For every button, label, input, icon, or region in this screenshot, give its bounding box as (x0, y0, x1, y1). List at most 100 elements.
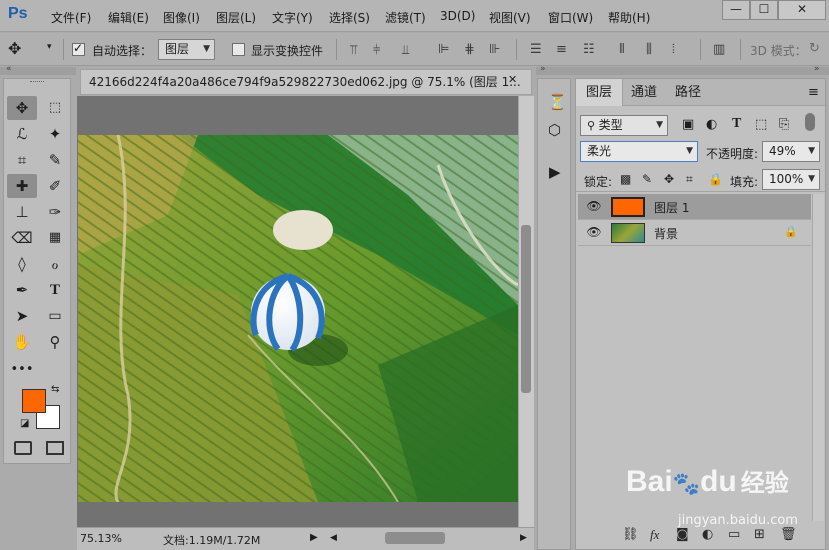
crop-tool-icon[interactable]: ⌗ (7, 148, 37, 172)
gradient-tool-icon[interactable]: ▦ (40, 226, 70, 250)
adjustment-layer-icon[interactable]: ◐ (702, 527, 713, 542)
align-vcenter-icon[interactable]: ⫩ (373, 43, 380, 58)
filter-kind-dropdown[interactable]: ⚲ 类型 ▼ (580, 115, 668, 136)
menu-file[interactable]: 文件(F) (51, 9, 91, 26)
status-menu-arrow-icon[interactable]: ▶ (310, 532, 318, 543)
dodge-tool-icon[interactable]: ℴ (40, 252, 70, 276)
align-bottom-icon[interactable]: ⫫ (402, 43, 409, 58)
menu-type[interactable]: 文字(Y) (272, 9, 313, 26)
more-tools-icon[interactable]: ••• (7, 358, 37, 382)
show-transform-checkbox[interactable] (232, 43, 245, 56)
screen-mode-icon[interactable] (46, 441, 64, 455)
eyedropper-tool-icon[interactable]: ✎ (40, 148, 70, 172)
lock-all-icon[interactable]: 🔒 (708, 172, 723, 186)
eraser-tool-icon[interactable]: ⌫ (7, 226, 37, 250)
panels-collapse-bar[interactable]: » » (536, 64, 829, 75)
distribute-bottom-icon[interactable]: ☷ (583, 42, 595, 57)
align-right-icon[interactable]: ⊪ (489, 42, 500, 57)
horizontal-scroll-thumb[interactable] (385, 532, 445, 544)
actions-play-icon[interactable]: ▶ (549, 163, 561, 181)
distribute-top-icon[interactable]: ☰ (530, 42, 542, 57)
3d-panel-icon[interactable]: ⬡ (548, 121, 561, 139)
scroll-right-arrow-icon[interactable]: ▶ (520, 533, 527, 543)
close-button[interactable]: ✕ (778, 0, 826, 20)
chevron-down-icon[interactable]: ▾ (47, 42, 52, 52)
vertical-scroll-thumb[interactable] (521, 225, 531, 393)
canvas-image[interactable] (78, 135, 518, 502)
menu-view[interactable]: 视图(V) (489, 9, 531, 26)
close-document-icon[interactable]: ✕ (508, 73, 517, 86)
default-colors-icon[interactable]: ◪ (20, 418, 29, 429)
marquee-tool-icon[interactable]: ⬚ (40, 96, 70, 120)
fill-field[interactable]: 100% ▼ (762, 169, 820, 190)
link-layers-icon[interactable]: ⛓ (622, 527, 639, 542)
align-hcenter-icon[interactable]: ⋕ (464, 42, 475, 57)
add-mask-icon[interactable]: ◙ (676, 527, 689, 542)
lock-transparent-icon[interactable]: ▩ (620, 172, 631, 186)
magic-wand-tool-icon[interactable]: ✦ (40, 122, 70, 146)
layer-name[interactable]: 图层 1 (654, 199, 689, 216)
menu-3d[interactable]: 3D(D) (440, 9, 475, 23)
expand-panels-icon[interactable]: » (540, 64, 546, 74)
hand-tool-icon[interactable]: ✋ (7, 330, 37, 354)
opacity-field[interactable]: 49% ▼ (762, 141, 820, 162)
menu-edit[interactable]: 编辑(E) (108, 9, 149, 26)
rectangle-tool-icon[interactable]: ▭ (40, 304, 70, 328)
history-panel-icon[interactable]: ⏳ (548, 93, 567, 111)
filter-pixel-icon[interactable]: ▣ (682, 117, 694, 132)
menu-image[interactable]: 图像(I) (163, 9, 200, 26)
scroll-left-arrow-icon[interactable]: ◀ (330, 533, 337, 543)
toolbox-grip[interactable] (30, 81, 44, 83)
visibility-eye-icon[interactable]: 👁 (586, 225, 602, 241)
layers-scrollbar[interactable] (812, 194, 824, 521)
lock-artboard-icon[interactable]: ⌗ (686, 172, 693, 187)
pen-tool-icon[interactable]: ✒ (7, 278, 37, 302)
layer-name[interactable]: 背景 (654, 225, 678, 242)
canvas-area[interactable] (77, 96, 518, 527)
filter-smart-object-icon[interactable]: ⎘ (779, 117, 789, 132)
blend-mode-dropdown[interactable]: 柔光 ▼ (580, 141, 698, 162)
restore-button[interactable]: ☐ (750, 0, 778, 20)
swap-colors-icon[interactable]: ⇆ (51, 384, 59, 395)
history-brush-tool-icon[interactable]: ✑ (40, 200, 70, 224)
panel-menu-icon[interactable]: ≡ (808, 85, 819, 100)
auto-select-checkbox[interactable] (72, 41, 85, 56)
menu-filter[interactable]: 滤镜(T) (385, 9, 426, 26)
quick-mask-icon[interactable] (14, 441, 32, 455)
filter-type-icon[interactable]: T (732, 116, 741, 132)
layer-row-background[interactable]: 👁 背景 🔒 (578, 220, 811, 246)
distribute-vcenter-icon[interactable]: ≡ (556, 42, 567, 57)
delete-layer-icon[interactable]: 🗑 (780, 527, 797, 542)
menu-help[interactable]: 帮助(H) (608, 9, 650, 26)
type-tool-icon[interactable]: T (40, 278, 70, 302)
menu-select[interactable]: 选择(S) (329, 9, 370, 26)
distribute-right-icon[interactable]: ⦙ (672, 42, 675, 57)
filter-adjustment-icon[interactable]: ◐ (706, 117, 717, 132)
new-layer-icon[interactable]: ⊞ (754, 527, 765, 542)
visibility-eye-icon[interactable]: 👁 (586, 199, 602, 215)
distribute-hcenter-icon[interactable]: ⫼ (646, 42, 652, 57)
move-tool-preset-icon[interactable]: ✥ (8, 39, 21, 58)
align-left-icon[interactable]: ⊫ (438, 42, 449, 57)
collapse-left-icon[interactable]: « (6, 64, 12, 74)
foreground-color-fill[interactable] (22, 389, 46, 413)
toolbox-collapse-bar[interactable]: « (0, 64, 76, 75)
distribute-left-icon[interactable]: ⦀ (619, 42, 625, 57)
path-selection-tool-icon[interactable]: ➤ (7, 304, 37, 328)
lasso-tool-icon[interactable]: ℒ (7, 122, 37, 146)
zoom-tool-icon[interactable]: ⚲ (40, 330, 70, 354)
layer-row-layer-1[interactable]: 👁 图层 1 (578, 194, 811, 220)
auto-select-target-dropdown[interactable]: 图层 ▼ (158, 39, 215, 60)
auto-align-icon[interactable]: ▥ (713, 42, 725, 57)
filter-toggle-switch[interactable] (805, 113, 815, 131)
new-group-icon[interactable]: ▭ (728, 527, 740, 542)
minimize-button[interactable]: — (722, 0, 750, 20)
3d-orbit-icon[interactable]: ↻ (809, 41, 820, 56)
tab-layers[interactable]: 图层 (576, 79, 624, 106)
move-tool-icon[interactable]: ✥ (7, 96, 37, 120)
collapse-panels-icon[interactable]: » (814, 64, 820, 74)
filter-shape-icon[interactable]: ⬚ (755, 117, 767, 132)
clone-stamp-tool-icon[interactable]: ⊥ (7, 200, 37, 224)
lock-image-icon[interactable]: ✎ (642, 172, 652, 186)
zoom-level[interactable]: 75.13% (80, 532, 122, 545)
